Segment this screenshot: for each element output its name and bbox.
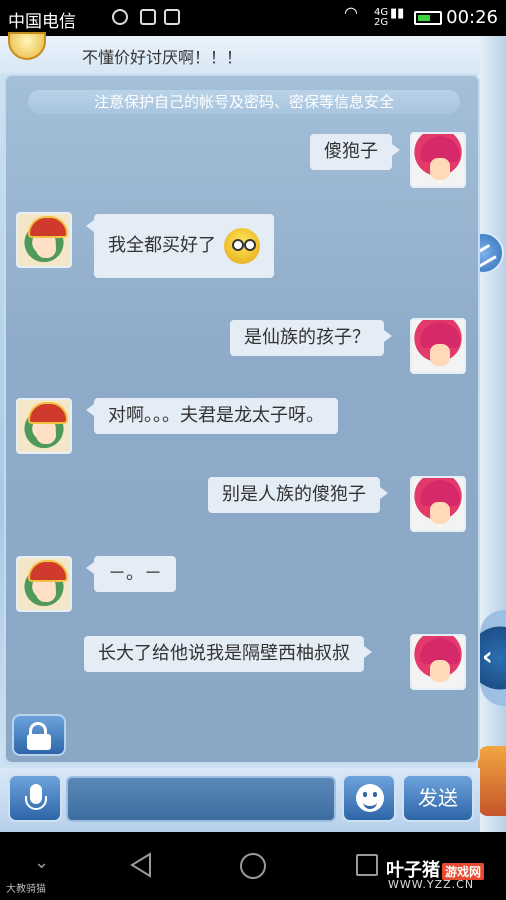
brand-tag: 游戏网 [442,862,485,880]
message-text: 对啊。。。夫君是龙太子呀。 [108,405,324,426]
message-bubble-me[interactable]: 傻狍子 [310,134,400,170]
message-bubble-me[interactable]: 长大了给他说我是隔壁西柚叔叔 [84,636,372,672]
message-bubble-contact[interactable]: 我全都买好了 [86,214,274,278]
message-bubble-me[interactable]: 是仙族的孩子？ [230,320,392,356]
voice-input-button[interactable] [8,774,62,822]
avatar-me[interactable] [410,634,466,690]
avatar-me[interactable] [410,318,466,374]
network-type2-label: 2G [374,17,389,28]
lock-scroll-button[interactable] [12,714,66,756]
chevron-left-icon: ‹ [482,642,493,672]
image-icon [140,9,156,25]
avatar-contact[interactable] [16,556,72,612]
security-notice: 注意保护自己的帐号及密码、密保等信息安全 [28,90,460,114]
status-bar: 中国电信 ◠ 4G 2G ▮▮ 00:26 [0,0,506,36]
clock: 00:26 [446,7,498,28]
signal-icon: ▮▮ [390,6,405,21]
side-panel [478,36,506,832]
collapse-panel-handle[interactable]: ‹ [480,610,506,706]
worried-face-emoji-icon [224,228,260,264]
carrier-label: 中国电信 [8,12,76,32]
watermark-left: 大教骑猫 [6,884,46,895]
network-type-label: 4G [374,7,389,18]
battery-icon [414,11,442,25]
message-text: 别是人族的傻狍子 [222,484,366,505]
app-notification-icon [164,9,180,25]
mascot-icon [478,746,506,816]
home-icon[interactable] [240,853,266,879]
message-bubble-contact[interactable]: －。－ [86,556,176,592]
back-icon[interactable] [128,852,154,878]
previous-message-strip: 不懂价好讨厌啊！！！ [0,32,480,74]
message-text: 我全都买好了 [108,235,216,256]
message-text: 是仙族的孩子？ [244,327,370,348]
message-text: 长大了给他说我是隔壁西柚叔叔 [98,643,350,664]
input-bar: 发送 [0,768,480,832]
chevron-down-icon[interactable]: ⌄ [34,852,49,873]
message-input[interactable] [66,776,336,822]
avatar-me[interactable] [410,132,466,188]
previous-message-text: 不懂价好讨厌啊！！！ [82,48,243,67]
avatar-me[interactable] [410,476,466,532]
message-text: －。－ [108,563,162,584]
emoji-button[interactable] [342,774,396,822]
send-button[interactable]: 发送 [402,774,474,822]
weather-icon [112,9,128,25]
message-bubble-contact[interactable]: 对啊。。。夫君是龙太子呀。 [86,398,338,434]
back-arrow-icon[interactable] [8,32,46,60]
message-text: 傻狍子 [324,141,378,162]
brand-url: WWW.YZZ.CN [388,878,475,891]
message-bubble-me[interactable]: 别是人族的傻狍子 [208,477,388,513]
smiley-icon [356,784,384,812]
avatar-contact[interactable] [16,398,72,454]
recent-apps-icon[interactable] [356,854,378,876]
avatar-contact[interactable] [16,212,72,268]
wifi-icon: ◠ [344,3,358,22]
